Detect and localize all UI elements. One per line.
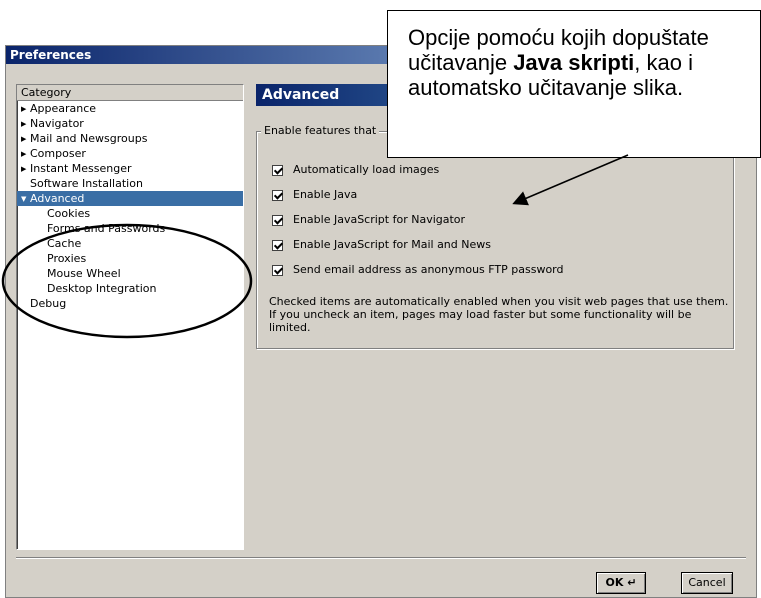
- tree-item-desktop-integration[interactable]: Desktop Integration: [17, 281, 243, 296]
- tree-item-label: Cookies: [47, 207, 91, 220]
- checkbox-checked-icon[interactable]: [272, 189, 283, 201]
- tree-item-label: Cache: [47, 237, 82, 250]
- tree-item-label: Advanced: [30, 192, 85, 205]
- checkbox-row[interactable]: Enable JavaScript for Navigator: [272, 212, 465, 228]
- tree-item-navigator[interactable]: ▶ Navigator: [17, 116, 243, 131]
- cancel-button[interactable]: Cancel: [681, 572, 733, 594]
- ok-button[interactable]: OK ↵: [596, 572, 646, 594]
- tree-item-label: Mouse Wheel: [47, 267, 121, 280]
- info-text: Checked items are automatically enabled …: [269, 295, 729, 334]
- tree-item-label: Debug: [30, 297, 67, 310]
- tree-item-label: Desktop Integration: [47, 282, 157, 295]
- tree-item-label: Instant Messenger: [30, 162, 132, 175]
- button-separator: [16, 557, 746, 559]
- tree-item-cache[interactable]: Cache: [17, 236, 243, 251]
- tree-item-instant-messenger[interactable]: ▶ Instant Messenger: [17, 161, 243, 176]
- tree-header[interactable]: Category: [17, 85, 243, 101]
- checkbox-checked-icon[interactable]: [272, 239, 283, 251]
- tree-item-label: Mail and Newsgroups: [30, 132, 148, 145]
- expand-arrow-icon[interactable]: ▶: [21, 117, 30, 132]
- checkbox-row[interactable]: Automatically load images: [272, 162, 439, 178]
- tree-item-cookies[interactable]: Cookies: [17, 206, 243, 221]
- tree-item-label: Composer: [30, 147, 86, 160]
- tree-item-mouse-wheel[interactable]: Mouse Wheel: [17, 266, 243, 281]
- tree-item-label: Navigator: [30, 117, 84, 130]
- checkbox-label: Enable JavaScript for Navigator: [293, 213, 466, 226]
- tree-item-label: Proxies: [47, 252, 87, 265]
- group-label: Enable features that: [261, 124, 380, 137]
- tree-item-debug[interactable]: Debug: [17, 296, 243, 311]
- tree-item-appearance[interactable]: ▶ Appearance: [17, 101, 243, 116]
- checkbox-label: Enable Java: [293, 188, 358, 201]
- expand-arrow-icon[interactable]: ▶: [21, 132, 30, 147]
- checkbox-row[interactable]: Send email address as anonymous FTP pass…: [272, 262, 564, 278]
- tree-item-advanced[interactable]: ▼ Advanced: [17, 191, 243, 206]
- checkbox-checked-icon[interactable]: [272, 164, 283, 176]
- category-tree[interactable]: Category ▶ Appearance ▶ Navigator ▶ Mail and …: [16, 84, 244, 550]
- checkbox-row[interactable]: Enable Java: [272, 187, 357, 203]
- annotation-callout: Opcije pomoću kojih dopuštate učitavanje…: [387, 10, 761, 158]
- checkbox-row[interactable]: Enable JavaScript for Mail and News: [272, 237, 491, 253]
- expand-arrow-icon[interactable]: ▶: [21, 102, 30, 117]
- checkbox-label: Send email address as anonymous FTP pass…: [293, 263, 564, 276]
- tree-item-label: Appearance: [30, 102, 97, 115]
- tree-items: ▶ Appearance ▶ Navigator ▶ Mail and Newsgroup…: [17, 101, 243, 311]
- tree-item-software-installation[interactable]: Software Installation: [17, 176, 243, 191]
- collapse-arrow-icon[interactable]: ▼: [21, 192, 30, 207]
- checkbox-label: Automatically load images: [293, 163, 440, 176]
- checkbox-checked-icon[interactable]: [272, 264, 283, 276]
- tree-item-composer[interactable]: ▶ Composer: [17, 146, 243, 161]
- tree-item-label: Software Installation: [30, 177, 143, 190]
- tree-item-forms-and-passwords[interactable]: Forms and Passwords: [17, 221, 243, 236]
- checkbox-label: Enable JavaScript for Mail and News: [293, 238, 491, 251]
- callout-bold: Java skripti: [513, 50, 635, 75]
- tree-item-label: Forms and Passwords: [47, 222, 166, 235]
- tree-item-mail-and-newsgroups[interactable]: ▶ Mail and Newsgroups: [17, 131, 243, 146]
- checkbox-checked-icon[interactable]: [272, 214, 283, 226]
- expand-arrow-icon[interactable]: ▶: [21, 147, 30, 162]
- tree-item-proxies[interactable]: Proxies: [17, 251, 243, 266]
- expand-arrow-icon[interactable]: ▶: [21, 162, 30, 177]
- features-group: Enable features that Automatically load …: [256, 124, 734, 349]
